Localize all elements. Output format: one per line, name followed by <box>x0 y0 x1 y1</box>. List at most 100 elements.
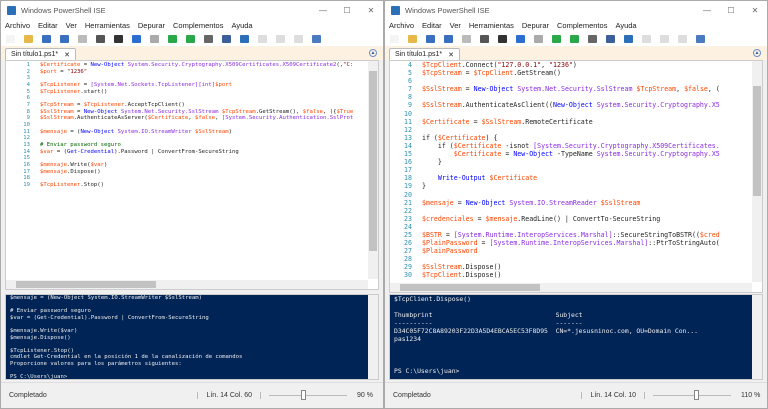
layout-top-icon[interactable] <box>642 34 651 43</box>
layout-right-icon[interactable] <box>660 34 669 43</box>
undo-icon[interactable] <box>516 34 525 43</box>
undo-icon[interactable] <box>132 34 141 43</box>
remote-icon[interactable] <box>222 34 231 43</box>
stop-icon[interactable] <box>588 34 597 43</box>
collapse-script-pane-icon[interactable]: ▲ <box>369 49 377 57</box>
tab-script[interactable]: Sin título1.ps1* ✕ <box>5 48 76 60</box>
line-number: 24 <box>404 222 412 231</box>
code-text: $TcpListener = [System.Net.Sockets.TcpLi… <box>40 81 232 88</box>
close-tab-icon[interactable]: ✕ <box>64 51 70 59</box>
menu-item[interactable]: Ver <box>450 21 461 30</box>
maximize-button[interactable]: ☐ <box>719 6 743 15</box>
close-button[interactable]: ✕ <box>359 6 383 15</box>
code-line: 13 if ($Certificate) { <box>390 134 750 142</box>
ise-window-right: Windows PowerShell ISE — ☐ ✕ Archivo Editar Ve… <box>384 0 768 409</box>
run-selection-icon[interactable] <box>570 34 579 43</box>
console-scrollbar[interactable] <box>752 295 762 379</box>
code-line: 5 $TcpStream = $TcpClient.GetStream() <box>390 69 750 77</box>
menu-item[interactable]: Ayuda <box>615 21 636 30</box>
close-button[interactable]: ✕ <box>743 6 767 15</box>
editor-horizontal-scrollbar[interactable] <box>6 280 368 289</box>
run-icon[interactable] <box>552 34 561 43</box>
copy-icon[interactable] <box>78 34 87 43</box>
new-icon[interactable] <box>390 34 399 43</box>
close-tab-icon[interactable]: ✕ <box>448 51 454 59</box>
stop-icon[interactable] <box>204 34 213 43</box>
line-number: 19 <box>23 181 30 188</box>
script-editor[interactable]: 1 $Certificate = New-Object System.Securi… <box>5 60 379 290</box>
powershell-icon[interactable] <box>240 34 249 43</box>
redo-icon[interactable] <box>150 34 159 43</box>
console-line: $mensaje = (New-Object System.IO.StreamW… <box>10 295 202 301</box>
code-text: # Enviar password seguro <box>40 141 121 148</box>
menu-item[interactable]: Archivo <box>389 21 414 30</box>
code-text: } <box>422 182 426 191</box>
menu-item[interactable]: Complementos <box>557 21 607 30</box>
script-editor[interactable]: 4 $TcpClient.Connect("127.0.0.1", "1236")… <box>389 60 763 293</box>
zoom-slider[interactable] <box>269 390 347 400</box>
menu-item[interactable]: Herramientas <box>85 21 130 30</box>
collapse-script-pane-icon[interactable]: ▲ <box>753 49 761 57</box>
code-text: $port = "1236" <box>40 68 88 75</box>
line-number: 16 <box>404 158 412 167</box>
paste-icon[interactable] <box>96 34 105 43</box>
menu-item[interactable]: Herramientas <box>469 21 514 30</box>
code-text: $var = (Get-Credential).Password | Conve… <box>40 148 239 155</box>
menu-item[interactable]: Depurar <box>522 21 549 30</box>
redo-icon[interactable] <box>534 34 543 43</box>
code-text: if ($Certificate -isnot [System.Security… <box>422 141 720 150</box>
layout-top-icon[interactable] <box>258 34 267 43</box>
menu-item[interactable]: Ayuda <box>231 21 252 30</box>
console-scrollbar[interactable] <box>368 295 378 379</box>
powershell-icon[interactable] <box>624 34 633 43</box>
console-pane[interactable]: $mensaje = (New-Object System.IO.StreamW… <box>5 294 379 380</box>
new-icon[interactable] <box>6 34 15 43</box>
minimize-button[interactable]: — <box>695 6 719 15</box>
menu-bar: Archivo Editar Ver Herramientas Depurar Compl… <box>385 20 767 31</box>
run-icon[interactable] <box>168 34 177 43</box>
script-tabs: Sin título1.ps1* ✕ ▲ <box>385 46 767 60</box>
menu-item[interactable]: Ver <box>66 21 77 30</box>
cut-icon[interactable] <box>60 34 69 43</box>
line-number: 14 <box>404 141 412 150</box>
editor-vertical-scrollbar[interactable] <box>368 61 378 279</box>
menu-item[interactable]: Editar <box>422 21 442 30</box>
copy-icon[interactable] <box>462 34 471 43</box>
editor-horizontal-scrollbar[interactable] <box>390 283 752 292</box>
code-line: 24 <box>390 223 750 231</box>
clear-icon[interactable] <box>114 34 123 43</box>
status-text: Completado <box>9 392 47 399</box>
menu-item[interactable]: Archivo <box>5 21 30 30</box>
line-number: 12 <box>23 135 30 142</box>
layout-max-icon[interactable] <box>678 34 687 43</box>
menu-item[interactable]: Editar <box>38 21 58 30</box>
menu-item[interactable]: Depurar <box>138 21 165 30</box>
minimize-button[interactable]: — <box>311 6 335 15</box>
cut-icon[interactable] <box>444 34 453 43</box>
tab-script[interactable]: Sin título1.ps1* ✕ <box>389 48 460 60</box>
open-icon[interactable] <box>408 34 417 43</box>
paste-icon[interactable] <box>480 34 489 43</box>
save-icon[interactable] <box>426 34 435 43</box>
line-number: 18 <box>404 174 412 183</box>
code-line: 13 # Enviar password seguro <box>6 142 366 149</box>
save-icon[interactable] <box>42 34 51 43</box>
console-pane[interactable]: $TcpClient.Dispose() Thumbprint Subject --… <box>389 294 763 380</box>
menu-item[interactable]: Complementos <box>173 21 223 30</box>
layout-max-icon[interactable] <box>294 34 303 43</box>
editor-vertical-scrollbar[interactable] <box>752 61 762 282</box>
line-number: 8 <box>26 108 30 115</box>
addon-icon[interactable] <box>696 34 705 43</box>
open-icon[interactable] <box>24 34 33 43</box>
addon-icon[interactable] <box>312 34 321 43</box>
remote-icon[interactable] <box>606 34 615 43</box>
zoom-slider[interactable] <box>653 390 731 400</box>
run-selection-icon[interactable] <box>186 34 195 43</box>
layout-right-icon[interactable] <box>276 34 285 43</box>
maximize-button[interactable]: ☐ <box>335 6 359 15</box>
code-text: $SslStream.Dispose() <box>422 263 502 272</box>
code-text: $TcpListener.Stop() <box>40 181 104 188</box>
clear-icon[interactable] <box>498 34 507 43</box>
line-number: 15 <box>23 155 30 162</box>
